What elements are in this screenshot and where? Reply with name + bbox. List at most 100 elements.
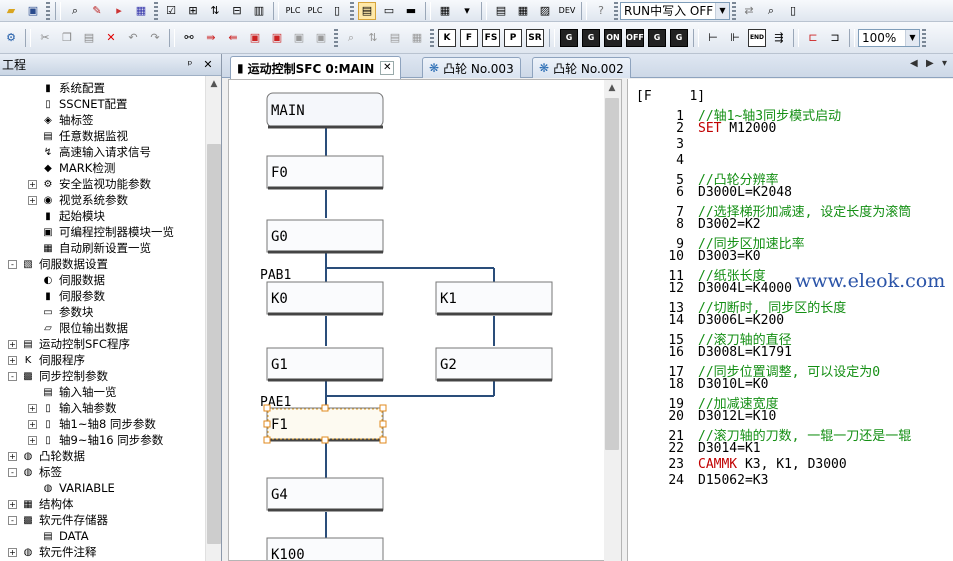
batch-icon[interactable]: ▥ bbox=[250, 2, 268, 20]
insert-p-button[interactable]: P bbox=[504, 28, 522, 47]
end-button[interactable]: END bbox=[748, 28, 766, 47]
insert-f-button[interactable]: F bbox=[460, 28, 478, 47]
save-icon[interactable]: ▣ bbox=[24, 2, 42, 20]
tree-item[interactable]: ◆ MARK检测 bbox=[0, 160, 205, 176]
check-icon[interactable]: ☑ bbox=[162, 2, 180, 20]
toolbar-grip[interactable] bbox=[922, 28, 926, 47]
insert-sr-button[interactable]: SR bbox=[526, 28, 544, 47]
tree-item[interactable]: ▤ 任意数据监视 bbox=[0, 128, 205, 144]
insert-g4-button[interactable]: G bbox=[670, 28, 688, 47]
resize-handle[interactable] bbox=[263, 404, 271, 412]
code-line[interactable]: 23 CAMMK K3, K1, D3000 bbox=[628, 457, 846, 473]
tree-item[interactable]: - ◍ 标签 bbox=[0, 464, 205, 480]
jump-back-icon[interactable]: ⇚ bbox=[224, 29, 242, 47]
code-line[interactable]: 9//同步区加速比率 bbox=[628, 233, 804, 252]
help-icon[interactable]: ? bbox=[592, 2, 610, 20]
toolbar-grip[interactable] bbox=[614, 1, 618, 20]
sfc-step-g1[interactable]: G1 bbox=[266, 347, 384, 382]
project-tree-scrollbar[interactable]: ▲ bbox=[205, 76, 221, 561]
grid-view-icon[interactable]: ▦ bbox=[408, 29, 426, 47]
code-line[interactable]: 2 SET M12000 bbox=[628, 121, 776, 137]
insert-on-button[interactable]: ON bbox=[604, 28, 622, 47]
scroll-up-icon[interactable]: ▲ bbox=[206, 76, 222, 92]
tree-item[interactable]: - ▩ 同步控制参数 bbox=[0, 368, 205, 384]
device-icon[interactable]: DEV bbox=[558, 2, 576, 20]
sfc-diagram[interactable]: MAIN F0 G0 PAB1 K0 K1 G1 G2 PAE1 F1 G4 K100 bbox=[228, 79, 622, 561]
resize-handle[interactable] bbox=[321, 404, 329, 412]
device-list-icon[interactable]: ▦ bbox=[132, 2, 150, 20]
tree-item[interactable]: - ▧ 伺服数据设置 bbox=[0, 256, 205, 272]
sfc-scrollbar[interactable]: ▲ bbox=[604, 80, 621, 561]
tree-item[interactable]: + ▯ 轴1~轴8 同步参数 bbox=[0, 416, 205, 432]
run-mode-select[interactable]: RUN中写入 OFF ▼ bbox=[620, 1, 730, 20]
tree-item[interactable]: ◈ 轴标签 bbox=[0, 112, 205, 128]
code-line[interactable]: 14 D3006L=K200 bbox=[628, 313, 784, 329]
tree-item[interactable]: ▮ 起始模块 bbox=[0, 208, 205, 224]
tree-item[interactable]: ▭ 参数块 bbox=[0, 304, 205, 320]
write-plc-icon[interactable]: PLC bbox=[284, 2, 302, 20]
find-icon[interactable]: ⌕ bbox=[762, 2, 780, 20]
code-line[interactable]: 21//滚刀轴的刀数, 一辊一刀还是一辊 bbox=[628, 425, 911, 444]
sfc-step-k100[interactable]: K100 bbox=[266, 537, 384, 561]
window-icon[interactable]: ▭ bbox=[380, 2, 398, 20]
chevron-down-icon[interactable]: ▼ bbox=[715, 2, 729, 19]
collapse-icon[interactable]: - bbox=[8, 515, 17, 525]
resize-handle[interactable] bbox=[379, 420, 387, 428]
expand-icon[interactable]: + bbox=[8, 355, 17, 365]
table-icon[interactable]: ▦ bbox=[514, 2, 532, 20]
sfc-step-g4[interactable]: G4 bbox=[266, 477, 384, 512]
tree-item[interactable]: ▤ 输入轴一览 bbox=[0, 384, 205, 400]
sfc-step-k1[interactable]: K1 bbox=[435, 281, 553, 316]
find-string-icon[interactable]: ▣ bbox=[312, 29, 330, 47]
window-split-icon[interactable]: ▬ bbox=[402, 2, 420, 20]
expand-icon[interactable]: + bbox=[8, 547, 17, 557]
code-line[interactable]: 3 bbox=[628, 137, 698, 153]
tree-item[interactable]: ◐ 伺服数据 bbox=[0, 272, 205, 288]
code-line[interactable]: 17//同步位置调整, 可以设定为0 bbox=[628, 361, 880, 380]
branch-p-icon[interactable]: ⊢ bbox=[704, 29, 722, 47]
resize-handle[interactable] bbox=[379, 404, 387, 412]
jump-icon[interactable]: ⇛ bbox=[202, 29, 220, 47]
code-line[interactable]: 13//切断时, 同步区的长度 bbox=[628, 297, 846, 316]
toolbar-grip[interactable] bbox=[334, 28, 338, 47]
chevron-down-icon[interactable]: ▼ bbox=[905, 29, 919, 46]
expand-icon[interactable]: + bbox=[28, 435, 37, 445]
tree-item[interactable]: ▮ 系统配置 bbox=[0, 80, 205, 96]
tree-item[interactable]: + ▦ 结构体 bbox=[0, 496, 205, 512]
resize-handle[interactable] bbox=[263, 420, 271, 428]
monitor-dropdown-icon[interactable]: ▾ bbox=[458, 2, 476, 20]
project-view-icon[interactable]: ▤ bbox=[358, 1, 376, 20]
sfc-step-f1[interactable]: F1 bbox=[266, 407, 384, 442]
code-line[interactable]: 20 D3012L=K10 bbox=[628, 409, 776, 425]
sfc-step-g2[interactable]: G2 bbox=[435, 347, 553, 382]
code-line[interactable]: 4 bbox=[628, 153, 698, 169]
binoculars-icon[interactable]: ⚯ bbox=[180, 29, 198, 47]
tree-item[interactable]: ▱ 限位输出数据 bbox=[0, 320, 205, 336]
resize-handle[interactable] bbox=[321, 436, 329, 444]
scrollbar-thumb[interactable] bbox=[207, 144, 221, 544]
read-plc-icon[interactable]: PLC bbox=[306, 2, 324, 20]
toolbar-grip[interactable] bbox=[154, 1, 158, 20]
expand-icon[interactable]: + bbox=[28, 195, 37, 205]
tree-item[interactable]: - ▩ 软元件存储器 bbox=[0, 512, 205, 528]
expand-icon[interactable]: + bbox=[28, 179, 37, 189]
code-line[interactable]: 22 D3014=K1 bbox=[628, 441, 760, 457]
redo-icon[interactable]: ↷ bbox=[146, 29, 164, 47]
monitor-icon[interactable]: ▦ bbox=[436, 2, 454, 20]
toolbar-grip[interactable] bbox=[732, 1, 736, 20]
scrollbar-thumb[interactable] bbox=[605, 98, 619, 450]
more-icon[interactable]: ▯ bbox=[784, 2, 802, 20]
layout-auto-icon[interactable]: ⊐ bbox=[826, 29, 844, 47]
collapse-icon[interactable]: - bbox=[8, 259, 17, 269]
collapse-icon[interactable]: - bbox=[8, 371, 17, 381]
insert-g2-button[interactable]: G bbox=[582, 28, 600, 47]
expand-icon[interactable]: + bbox=[28, 419, 37, 429]
list-view-icon[interactable]: ▤ bbox=[386, 29, 404, 47]
find-contact-icon[interactable]: ▣ bbox=[268, 29, 286, 47]
expand-icon[interactable]: + bbox=[8, 451, 17, 461]
open-folder-icon[interactable]: ▰ bbox=[2, 2, 20, 20]
layout-icon[interactable]: ⊏ bbox=[804, 29, 822, 47]
tree-item[interactable]: ▦ 自动刷新设置一览 bbox=[0, 240, 205, 256]
code-line[interactable]: 5//凸轮分辨率 bbox=[628, 169, 778, 188]
close-icon[interactable]: ✕ bbox=[380, 61, 395, 75]
